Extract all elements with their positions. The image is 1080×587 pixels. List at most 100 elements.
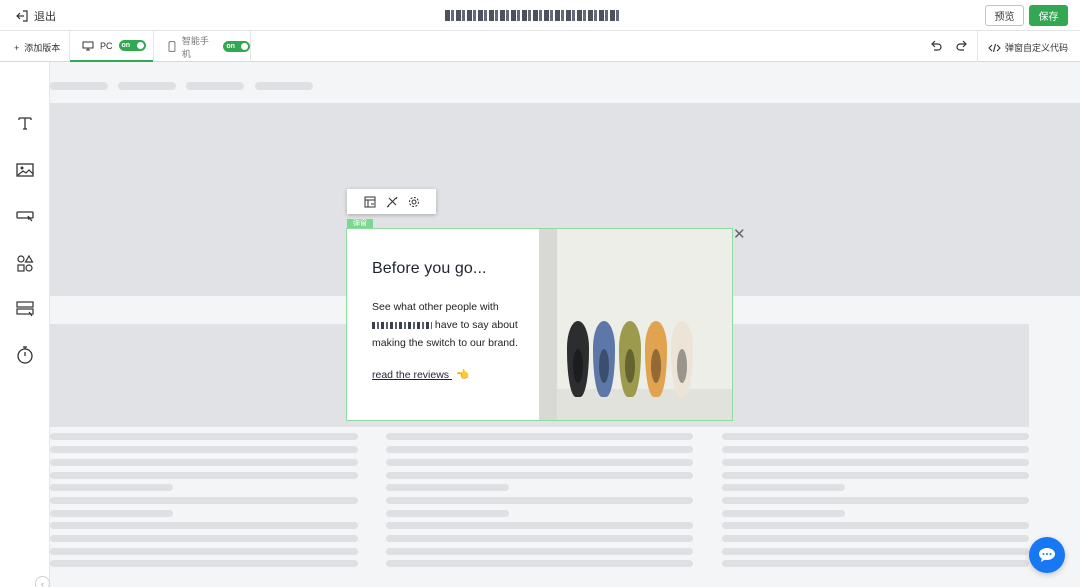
placeholder-nav-item: [50, 82, 108, 90]
placeholder-line: [50, 446, 358, 453]
pc-toggle[interactable]: on: [118, 40, 146, 51]
placeholder-line: [386, 446, 693, 453]
gear-icon[interactable]: [408, 196, 420, 208]
chevron-left-icon: ‹: [41, 578, 44, 587]
read-reviews-label: read the reviews: [372, 369, 450, 381]
tab-pc[interactable]: PC on: [70, 31, 153, 62]
placeholder-line: [50, 433, 358, 440]
shoe-orange: [645, 321, 667, 397]
placeholder-line: [722, 446, 1029, 453]
popup-body-line-1: See what other people with: [372, 301, 499, 313]
exit-icon: [16, 10, 28, 22]
placeholder-line: [386, 497, 693, 504]
layout-icon[interactable]: [364, 196, 376, 208]
placeholder-line: [722, 548, 1029, 555]
shoe-cream: [671, 321, 693, 397]
placeholder-line: [50, 510, 173, 517]
placeholder-line: [722, 472, 1029, 479]
placeholder-line: [386, 535, 693, 542]
undo-icon: [931, 40, 942, 51]
tab-mobile-label: 智能手机: [181, 35, 209, 59]
popup-toolbar: [347, 189, 436, 214]
exit-label: 退出: [34, 11, 56, 23]
placeholder-line: [50, 548, 358, 555]
placeholder-line: [50, 522, 358, 529]
shoe-olive: [619, 321, 641, 397]
tab-mobile[interactable]: 智能手机 on: [154, 31, 250, 62]
placeholder-line: [50, 497, 358, 504]
placeholder-line: [386, 522, 693, 529]
shapes-icon: [17, 254, 34, 272]
text-tool[interactable]: [13, 111, 37, 135]
device-bar: + 添加版本 PC on 智能手机 on 弹窗自定义代码: [0, 31, 1080, 62]
redo-button[interactable]: [956, 40, 968, 55]
redacted-brand: [372, 321, 432, 329]
divider: [250, 31, 251, 62]
placeholder-line: [386, 472, 693, 479]
tab-pc-label: PC: [100, 40, 113, 51]
placeholder-line: [50, 472, 358, 479]
redo-icon: [956, 40, 967, 51]
placeholder-line: [386, 484, 509, 491]
divider: [977, 31, 978, 62]
form-icon: [16, 301, 34, 317]
text-icon: [18, 117, 32, 130]
shapes-tool[interactable]: [13, 251, 37, 275]
placeholder-line: [722, 459, 1029, 466]
button-tool[interactable]: [13, 204, 37, 228]
button-icon: [16, 211, 34, 222]
placeholder-line: [386, 433, 693, 440]
chat-bubble-icon: [1039, 548, 1055, 562]
phone-icon: [168, 41, 176, 52]
read-reviews-link[interactable]: read the reviews 👈: [372, 368, 469, 381]
placeholder-nav-item: [118, 82, 176, 90]
placeholder-line: [386, 560, 693, 567]
exit-button[interactable]: 退出: [16, 8, 56, 24]
timer-icon: [17, 346, 33, 364]
form-tool[interactable]: [13, 297, 37, 321]
collapse-rail-button[interactable]: ‹: [35, 576, 50, 587]
placeholder-line: [722, 510, 845, 517]
save-button[interactable]: 保存: [1029, 5, 1068, 26]
placeholder-line: [386, 548, 693, 555]
pointing-hand-icon: 👈: [455, 369, 470, 381]
placeholder-nav-item: [255, 82, 313, 90]
placeholder-line: [722, 522, 1029, 529]
popup-body[interactable]: See what other people with have to say a…: [372, 298, 537, 352]
custom-code-label: 弹窗自定义代码: [1005, 43, 1069, 53]
top-bar: 退出 预览 保存: [0, 0, 1080, 31]
placeholder-line: [50, 560, 358, 567]
preview-button[interactable]: 预览: [985, 5, 1024, 26]
custom-code-button[interactable]: 弹窗自定义代码: [988, 41, 1068, 54]
shoes-product-image: [539, 229, 732, 420]
add-version-label: 添加版本: [24, 43, 61, 53]
page-title-redacted: [445, 10, 619, 21]
placeholder-line: [50, 484, 173, 491]
exit-intent-popup[interactable]: Before you go... See what other people w…: [346, 228, 733, 421]
mobile-toggle[interactable]: on: [223, 41, 250, 52]
popup-heading[interactable]: Before you go...: [372, 260, 487, 278]
popup-body-line-3: making the switch to our brand.: [372, 337, 518, 349]
image-tool[interactable]: [13, 158, 37, 182]
placeholder-line: [50, 535, 358, 542]
monitor-icon: [82, 41, 94, 50]
timer-tool[interactable]: [13, 343, 37, 367]
placeholder-line: [722, 560, 1029, 567]
design-tools-icon[interactable]: [386, 196, 398, 208]
placeholder-line: [386, 459, 693, 466]
placeholder-line: [386, 510, 509, 517]
popup-body-line-2: have to say about: [434, 319, 518, 331]
placeholder-line: [722, 433, 1029, 440]
placeholder-line: [50, 459, 358, 466]
placeholder-nav-item: [186, 82, 244, 90]
tool-rail: ‹: [0, 62, 50, 587]
chat-button[interactable]: [1029, 537, 1065, 573]
image-icon: [16, 163, 34, 177]
placeholder-line: [722, 535, 1029, 542]
close-icon[interactable]: ✕: [733, 227, 746, 242]
shoe-blue: [593, 321, 615, 397]
placeholder-line: [722, 497, 1029, 504]
add-version-button[interactable]: + 添加版本: [14, 41, 60, 54]
undo-button[interactable]: [930, 40, 942, 55]
code-icon: [988, 43, 1001, 52]
